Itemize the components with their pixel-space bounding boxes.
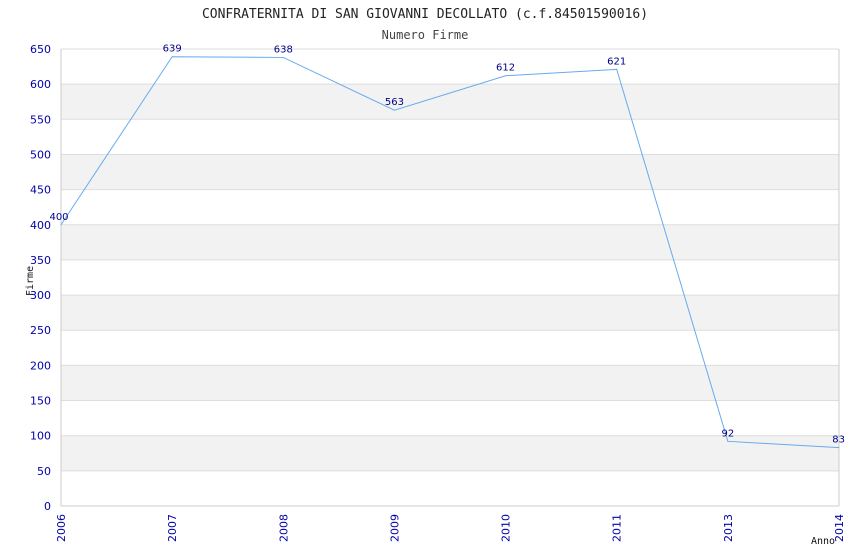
- data-point: [616, 68, 618, 70]
- y-tick-label: 350: [30, 254, 51, 267]
- data-point: [282, 56, 284, 58]
- data-point: [171, 56, 173, 58]
- grid-band: [61, 295, 839, 331]
- y-tick-label: 550: [30, 113, 51, 126]
- y-tick-label: 100: [30, 430, 51, 443]
- data-point: [727, 440, 729, 442]
- x-tick-label: 2008: [277, 514, 290, 542]
- grid-band: [61, 365, 839, 401]
- data-label: 92: [721, 428, 734, 439]
- grid-band: [61, 224, 839, 260]
- x-tick-label: 2006: [55, 514, 68, 542]
- y-tick-label: 500: [30, 148, 51, 161]
- data-label: 83: [832, 435, 845, 446]
- x-axis-label: Anno: [811, 536, 835, 547]
- data-label: 400: [49, 212, 68, 223]
- x-tick-label: 2007: [166, 514, 179, 542]
- data-label: 563: [385, 97, 404, 108]
- data-label: 638: [274, 44, 293, 55]
- y-tick-label: 250: [30, 324, 51, 337]
- y-tick-label: 400: [30, 219, 51, 232]
- background-bands: [61, 84, 839, 471]
- y-tick-label: 650: [30, 43, 51, 56]
- data-label: 639: [163, 44, 182, 55]
- data-point: [838, 447, 840, 449]
- line-chart: 050100150200250300350400450500550600650 …: [25, 7, 846, 547]
- data-label: 612: [496, 63, 515, 74]
- y-tick-label: 150: [30, 395, 51, 408]
- data-point: [505, 75, 507, 77]
- x-tick-label: 2013: [722, 514, 735, 542]
- grid-band: [61, 84, 839, 120]
- chart-subtitle: Numero Firme: [382, 28, 469, 42]
- chart-title: CONFRATERNITA DI SAN GIOVANNI DECOLLATO …: [202, 7, 648, 22]
- y-tick-label: 0: [44, 500, 51, 513]
- data-point: [393, 109, 395, 111]
- x-tick-label: 2011: [611, 514, 624, 542]
- y-tick-label: 50: [37, 465, 51, 478]
- y-tick-label: 600: [30, 78, 51, 91]
- grid-band: [61, 435, 839, 471]
- x-tick-label: 2009: [388, 514, 401, 542]
- y-axis-label: Firme: [25, 266, 36, 296]
- x-tick-label: 2010: [500, 514, 513, 542]
- data-point: [60, 224, 62, 226]
- y-tick-label: 450: [30, 184, 51, 197]
- y-tick-label: 200: [30, 359, 51, 372]
- grid-band: [61, 154, 839, 190]
- x-tick-labels: 2006 2007 2008 2009 2010 2011 2013 2014: [55, 514, 846, 542]
- data-label: 621: [607, 56, 626, 67]
